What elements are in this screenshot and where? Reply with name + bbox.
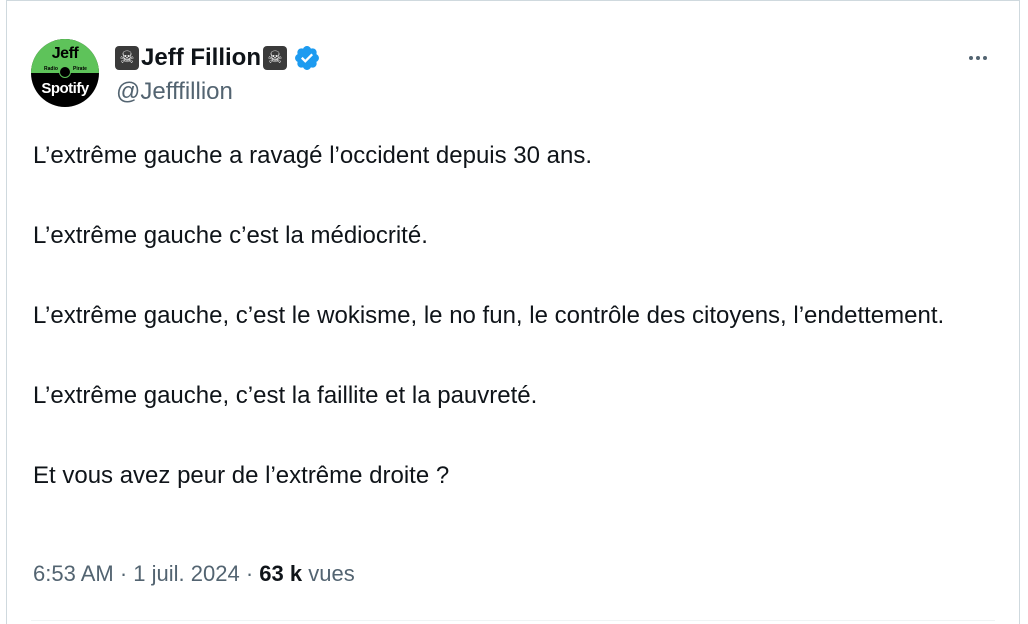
tweet-paragraph: Et vous avez peur de l’extrême droite ? <box>33 462 450 489</box>
divider <box>31 620 995 621</box>
spotify-logo-icon <box>59 66 71 78</box>
meta-separator: · <box>245 561 254 586</box>
tweet-time[interactable]: 6:53 AM <box>33 561 114 586</box>
tweet-metadata: 6:53 AM · 1 juil. 2024 · 63 k vues <box>33 561 355 587</box>
avatar-top-text: Jeff <box>51 45 79 62</box>
skull-crossbones-icon: ☠ <box>263 46 287 70</box>
avatar-small-right-text: Pirate <box>73 66 87 72</box>
skull-crossbones-icon: ☠ <box>115 46 139 70</box>
more-horizontal-icon <box>969 56 973 60</box>
avatar-bottom-text: Spotify <box>41 80 89 97</box>
avatar[interactable]: Jeff Radio Pirate Spotify <box>31 39 99 107</box>
tweet-text: L’extrême gauche a ravagé l’occident dep… <box>33 136 993 496</box>
views-count: 63 k <box>259 561 303 586</box>
tweet-card: Jeff Radio Pirate Spotify ☠ Jeff Fillion… <box>6 0 1020 624</box>
tweet-paragraph: L’extrême gauche a ravagé l’occident dep… <box>33 142 593 169</box>
tweet-paragraph: L’extrême gauche, c’est le wokisme, le n… <box>33 302 945 329</box>
tweet-paragraph: L’extrême gauche, c’est la faillite et l… <box>33 382 538 409</box>
author-name-row[interactable]: ☠ Jeff Fillion ☠ <box>115 43 321 73</box>
verified-badge-icon[interactable] <box>293 44 321 72</box>
meta-separator: · <box>119 561 128 586</box>
more-options-button[interactable] <box>961 43 995 73</box>
author-handle[interactable]: @Jefffillion <box>116 78 233 106</box>
views-label: vues <box>308 561 355 586</box>
avatar-small-left-text: Radio <box>44 66 58 72</box>
tweet-paragraph: L’extrême gauche c’est la médiocrité. <box>33 222 428 249</box>
tweet-date[interactable]: 1 juil. 2024 <box>133 561 239 586</box>
display-name[interactable]: Jeff Fillion <box>141 44 261 72</box>
